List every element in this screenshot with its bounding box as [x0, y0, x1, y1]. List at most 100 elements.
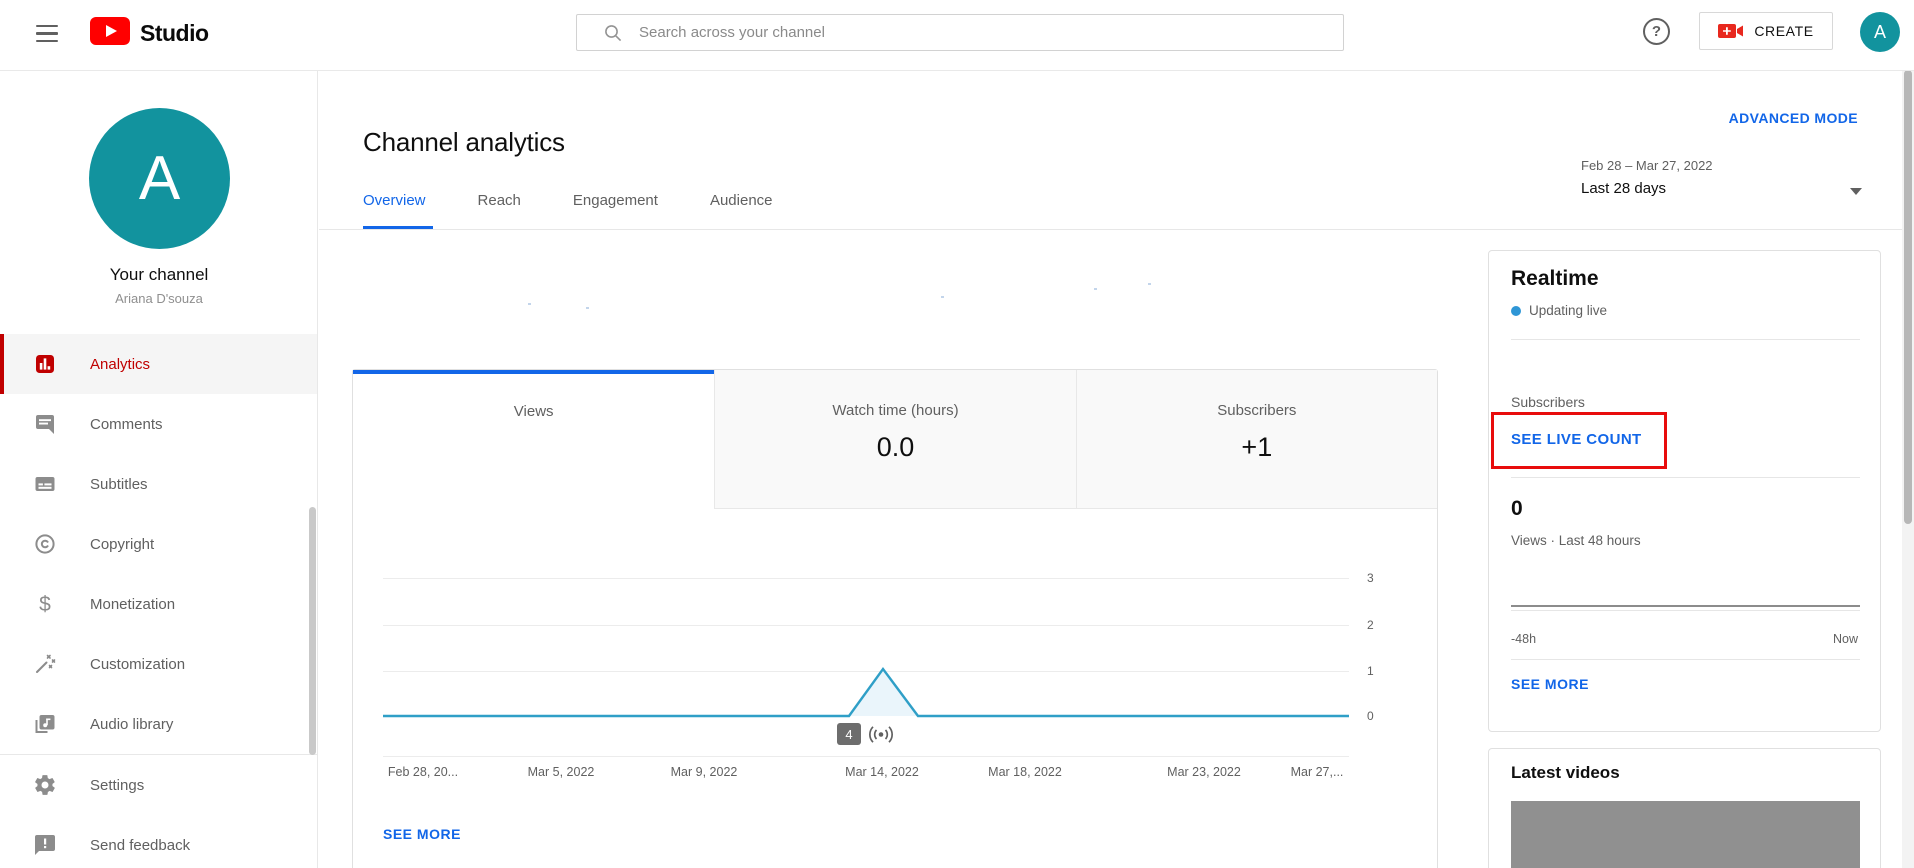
kpi-value: 0.0 — [876, 432, 915, 462]
chart-see-more-link[interactable]: SEE MORE — [383, 826, 461, 842]
tab-overview[interactable]: Overview — [363, 192, 426, 219]
sidebar-item-comments[interactable]: Comments — [0, 394, 317, 454]
analytics-tabs: Overview Reach Engagement Audience — [363, 192, 773, 219]
divider — [1511, 477, 1860, 478]
x-tick-label: Mar 18, 2022 — [988, 765, 1062, 779]
studio-wordmark: Studio — [140, 20, 209, 46]
x-tick-label: Mar 14, 2022 — [845, 765, 919, 779]
youtube-play-icon — [90, 17, 130, 50]
sidebar-item-label: Settings — [90, 776, 145, 794]
subtitles-icon — [33, 472, 57, 496]
tabs-bottom-border — [319, 229, 1914, 230]
page-title: Channel analytics — [363, 127, 565, 158]
tab-audience[interactable]: Audience — [710, 192, 773, 219]
date-range-picker[interactable]: Feb 28 – Mar 27, 2022 Last 28 days — [1581, 158, 1862, 197]
live-dot-icon — [1511, 305, 1521, 316]
x-tick-label: Mar 23, 2022 — [1167, 765, 1241, 779]
sparkline-axis-end-label: Now — [1832, 632, 1858, 646]
x-tick-label: Mar 9, 2022 — [670, 765, 738, 779]
sidebar-item-copyright[interactable]: Copyright — [0, 514, 317, 574]
gear-icon — [33, 773, 57, 797]
kpi-label: Watch time (hours) — [832, 402, 959, 419]
highlight-annotation-box — [1491, 412, 1667, 469]
search-input[interactable] — [637, 23, 1343, 42]
sidebar-item-label: Customization — [90, 655, 186, 673]
create-video-icon — [1718, 24, 1744, 38]
realtime-views-value: 0 — [1511, 497, 1523, 520]
realtime-sparkline — [1511, 605, 1860, 607]
sidebar-item-label: Subtitles — [90, 475, 148, 493]
menu-icon[interactable] — [36, 25, 58, 43]
render-artifact-dot — [586, 307, 589, 309]
account-avatar[interactable]: A — [1860, 12, 1900, 52]
realtime-see-more-link[interactable]: SEE MORE — [1511, 676, 1589, 692]
tab-engagement[interactable]: Engagement — [573, 192, 658, 219]
feedback-icon — [33, 833, 57, 857]
realtime-status-text: Updating live — [1529, 303, 1608, 318]
sidebar: A Your channel Ariana D'souza Analytics … — [0, 70, 318, 868]
render-artifact-dot — [1148, 283, 1151, 285]
youtube-studio-logo[interactable]: Studio — [90, 17, 209, 50]
kpi-label: Subscribers — [1217, 402, 1297, 419]
date-range-text: Feb 28 – Mar 27, 2022 — [1581, 158, 1713, 173]
sidebar-item-label: Analytics — [90, 355, 151, 373]
kpi-tab-views[interactable]: Views — [353, 370, 715, 509]
sidebar-item-label: Audio library — [90, 715, 174, 733]
sidebar-item-label: Comments — [90, 415, 163, 433]
sidebar-item-settings[interactable]: Settings — [0, 755, 317, 815]
realtime-card: Realtime Updating live Subscribers SEE L… — [1488, 250, 1881, 732]
copyright-icon — [33, 532, 57, 556]
realtime-views-caption: Views · Last 48 hours — [1511, 533, 1641, 548]
analytics-icon — [33, 352, 57, 376]
render-artifact-dot — [1094, 288, 1097, 290]
search-icon — [605, 24, 622, 41]
realtime-sparkline-axis — [1511, 610, 1860, 611]
magic-wand-icon — [33, 652, 57, 676]
sidebar-item-audio-library[interactable]: Audio library — [0, 694, 317, 754]
kpi-tab-subscribers[interactable]: Subscribers +1 — [1075, 370, 1437, 509]
chevron-down-icon — [1850, 188, 1862, 195]
channel-title: Your channel — [109, 265, 209, 284]
page-scrollbar-thumb[interactable] — [1904, 70, 1912, 524]
sidebar-item-monetization[interactable]: $ Monetization — [0, 574, 317, 634]
monetization-icon: $ — [39, 592, 51, 616]
sidebar-item-customization[interactable]: Customization — [0, 634, 317, 694]
x-tick-label: Feb 28, 20... — [387, 765, 459, 779]
sidebar-item-label: Send feedback — [90, 836, 191, 854]
create-button[interactable]: CREATE — [1699, 12, 1833, 50]
x-tick-label: Mar 27,... — [1290, 765, 1344, 779]
sidebar-item-send-feedback[interactable]: Send feedback — [0, 815, 317, 868]
overview-analytics-card: Views Watch time (hours) 0.0 Subscribers… — [352, 369, 1438, 868]
channel-avatar[interactable]: A — [89, 108, 230, 249]
topbar: Studio ? CREATE A — [0, 0, 1914, 71]
sidebar-item-label: Monetization — [90, 595, 176, 613]
render-artifact-dot — [528, 303, 531, 305]
sidebar-item-subtitles[interactable]: Subtitles — [0, 454, 317, 514]
live-stream-marker-icon[interactable] — [867, 725, 895, 749]
tab-reach[interactable]: Reach — [478, 192, 521, 219]
video-thumbnail-placeholder[interactable] — [1511, 801, 1860, 868]
date-preset-text: Last 28 days — [1581, 180, 1667, 197]
latest-videos-card: Latest videos — [1488, 748, 1881, 868]
youtube-studio-analytics-page: Studio ? CREATE A A Your channel Ariana … — [0, 0, 1914, 868]
channel-owner-name: Ariana D'souza — [115, 291, 203, 306]
y-tick-label: 0 — [1367, 709, 1374, 723]
y-tick-label: 3 — [1367, 571, 1374, 585]
kpi-tab-watch-time[interactable]: Watch time (hours) 0.0 — [714, 370, 1076, 509]
sidebar-item-label: Copyright — [90, 535, 155, 553]
comments-icon — [33, 412, 57, 436]
help-icon[interactable]: ? — [1643, 18, 1670, 45]
chart-event-marker[interactable]: 4 — [837, 723, 861, 745]
views-line-chart — [383, 666, 1349, 718]
sidebar-scrollbar[interactable] — [309, 507, 316, 755]
sidebar-nav: Analytics Comments Subtitles Copyright $… — [0, 334, 317, 868]
subscribers-label: Subscribers — [1511, 394, 1585, 410]
advanced-mode-link[interactable]: ADVANCED MODE — [1729, 110, 1858, 126]
y-tick-label: 1 — [1367, 664, 1374, 678]
channel-search — [576, 14, 1344, 51]
sparkline-axis-start-label: -48h — [1511, 632, 1537, 646]
divider — [1511, 339, 1860, 340]
sidebar-item-analytics[interactable]: Analytics — [0, 334, 317, 394]
realtime-title: Realtime — [1511, 267, 1599, 290]
audio-library-icon — [33, 712, 57, 736]
